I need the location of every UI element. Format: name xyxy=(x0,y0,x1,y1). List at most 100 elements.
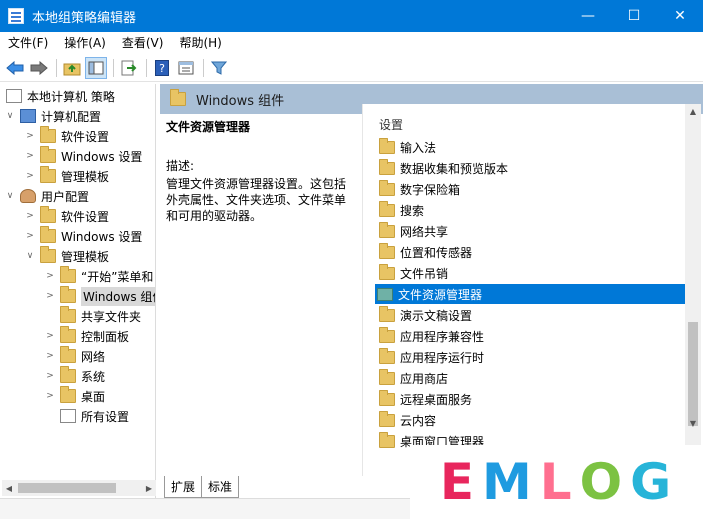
setting-item[interactable]: 位置和传感器 xyxy=(377,242,685,262)
tree-item-software-settings[interactable]: > 软件设置 xyxy=(24,126,109,146)
tree-item-admin-templates[interactable]: > 管理模板 xyxy=(24,166,109,186)
chevron-down-icon[interactable]: ∨ xyxy=(4,111,16,121)
folder-icon xyxy=(379,242,395,259)
tree-item-label: Windows 组件 xyxy=(81,286,155,306)
menu-help[interactable]: 帮助(H) xyxy=(171,32,229,54)
back-button[interactable] xyxy=(4,57,26,79)
chevron-right-icon[interactable]: > xyxy=(24,231,36,241)
chevron-right-icon[interactable]: > xyxy=(24,131,36,141)
chevron-right-icon[interactable]: > xyxy=(44,271,56,281)
tree-item-local-policy[interactable]: 本地计算机 策略 xyxy=(4,86,115,106)
tree-item-start-menu[interactable]: > “开始”菜单和 xyxy=(44,266,153,286)
menu-view[interactable]: 查看(V) xyxy=(114,32,172,54)
title-bar: 本地组策略编辑器 — ☐ ✕ xyxy=(0,0,703,32)
chevron-right-icon[interactable]: > xyxy=(44,291,56,301)
setting-item[interactable]: 演示文稿设置 xyxy=(377,305,685,325)
console-tree[interactable]: 本地计算机 策略 ∨ 计算机配置 > 软件设置 > Windows 设置 > 管… xyxy=(2,84,156,498)
tab-standard[interactable]: 标准 xyxy=(201,476,240,498)
up-folder-button[interactable] xyxy=(61,57,83,79)
setting-item[interactable]: 远程桌面服务 xyxy=(377,389,685,409)
tree-item-label: 所有设置 xyxy=(81,409,130,424)
tree-horizontal-scrollbar[interactable]: ◀ ▶ xyxy=(2,480,156,496)
settings-vertical-scrollbar[interactable]: ▲ ▼ xyxy=(685,104,701,476)
chevron-right-icon[interactable]: > xyxy=(24,211,36,221)
tree-item-windows-settings[interactable]: > Windows 设置 xyxy=(24,146,142,166)
toolbar-separator xyxy=(56,58,57,77)
properties-button[interactable] xyxy=(175,57,197,79)
forward-button[interactable] xyxy=(28,57,50,79)
chevron-right-icon[interactable]: > xyxy=(44,331,56,341)
setting-item[interactable]: 数据收集和预览版本 xyxy=(377,158,685,178)
chevron-down-icon[interactable]: ∨ xyxy=(24,251,36,261)
tab-extended[interactable]: 扩展 xyxy=(164,476,203,498)
chevron-right-icon[interactable]: > xyxy=(44,371,56,381)
folder-icon xyxy=(40,206,56,223)
tree-item-shared-folders[interactable]: 共享文件夹 xyxy=(44,306,141,326)
setting-label: 应用程序兼容性 xyxy=(400,329,485,344)
setting-item[interactable]: 应用程序运行时 xyxy=(377,347,685,367)
minimize-button[interactable]: — xyxy=(565,0,611,32)
view-tabs: 扩展 标准 xyxy=(160,476,410,498)
toolbar-separator xyxy=(113,58,114,77)
scrollbar-thumb[interactable] xyxy=(18,483,116,493)
setting-item[interactable]: 云内容 xyxy=(377,410,685,430)
export-list-button[interactable] xyxy=(118,57,140,79)
scroll-down-icon[interactable]: ▼ xyxy=(685,416,701,432)
folder-icon xyxy=(170,89,186,106)
tree-item-software-settings[interactable]: > 软件设置 xyxy=(24,206,109,226)
show-hide-tree-button[interactable] xyxy=(85,56,107,79)
setting-item[interactable]: 应用商店 xyxy=(377,368,685,388)
chevron-right-icon[interactable]: > xyxy=(44,351,56,361)
toolbar-separator xyxy=(203,58,204,77)
tree-item-label: 软件设置 xyxy=(61,209,110,224)
setting-label: 远程桌面服务 xyxy=(400,392,473,407)
folder-icon xyxy=(60,306,76,323)
close-button[interactable]: ✕ xyxy=(657,0,703,32)
setting-item[interactable]: 应用程序兼容性 xyxy=(377,326,685,346)
help-button[interactable]: ? xyxy=(151,57,173,79)
toolbar: ? xyxy=(0,54,703,82)
setting-item[interactable]: 网络共享 xyxy=(377,221,685,241)
tree-item-label: 用户配置 xyxy=(41,189,90,204)
menu-action[interactable]: 操作(A) xyxy=(56,32,114,54)
gpedit-app-icon xyxy=(8,8,24,24)
tree-item-desktop[interactable]: > 桌面 xyxy=(44,386,105,406)
scrollbar-thumb[interactable] xyxy=(688,322,698,426)
setting-item[interactable]: 搜索 xyxy=(377,200,685,220)
scroll-left-icon[interactable]: ◀ xyxy=(2,484,16,493)
chevron-right-icon[interactable]: > xyxy=(24,171,36,181)
menu-file[interactable]: 文件(F) xyxy=(0,32,56,54)
chevron-right-icon[interactable]: > xyxy=(44,391,56,401)
scroll-up-icon[interactable]: ▲ xyxy=(685,104,701,120)
watermark-letter: G xyxy=(630,453,674,511)
setting-label: 位置和传感器 xyxy=(400,245,473,260)
chevron-down-icon[interactable]: ∨ xyxy=(4,191,16,201)
tree-item-control-panel[interactable]: > 控制面板 xyxy=(44,326,129,346)
tree-item-computer-config[interactable]: ∨ 计算机配置 xyxy=(4,106,101,126)
window-controls: — ☐ ✕ xyxy=(565,0,703,32)
tree-item-system[interactable]: > 系统 xyxy=(44,366,105,386)
setting-item[interactable]: 文件吊销 xyxy=(377,263,685,283)
tree-item-all-settings[interactable]: 所有设置 xyxy=(44,406,129,426)
scroll-right-icon[interactable]: ▶ xyxy=(142,484,156,493)
folder-icon xyxy=(379,179,395,196)
folder-icon xyxy=(379,221,395,238)
folder-icon xyxy=(379,347,395,364)
filter-button[interactable] xyxy=(208,57,230,79)
description-panel: 文件资源管理器 描述: 管理文件资源管理器设置。这包括外壳属性、文件夹选项、文件… xyxy=(160,114,360,476)
chevron-right-icon[interactable]: > xyxy=(24,151,36,161)
tree-item-label: 桌面 xyxy=(81,389,106,404)
tree-item-user-config[interactable]: ∨ 用户配置 xyxy=(4,186,89,206)
tree-item-windows-settings[interactable]: > Windows 设置 xyxy=(24,226,142,246)
settings-column-header[interactable]: 设置 xyxy=(379,116,403,133)
maximize-button[interactable]: ☐ xyxy=(611,0,657,32)
up-folder-icon xyxy=(63,63,81,75)
setting-item[interactable]: 输入法 xyxy=(377,137,685,157)
tree-item-network[interactable]: > 网络 xyxy=(44,346,105,366)
tree-item-admin-templates[interactable]: ∨ 管理模板 xyxy=(24,246,109,266)
folder-icon xyxy=(40,146,56,163)
setting-item[interactable]: 数字保险箱 xyxy=(377,179,685,199)
settings-list[interactable]: 设置 输入法 数据收集和预览版本 数字保险箱 搜索 网络共享 位置和传感器 文件… xyxy=(362,104,685,476)
setting-item-selected[interactable]: 文件资源管理器 xyxy=(375,284,685,304)
tree-item-windows-components[interactable]: > Windows 组件 xyxy=(44,286,155,306)
